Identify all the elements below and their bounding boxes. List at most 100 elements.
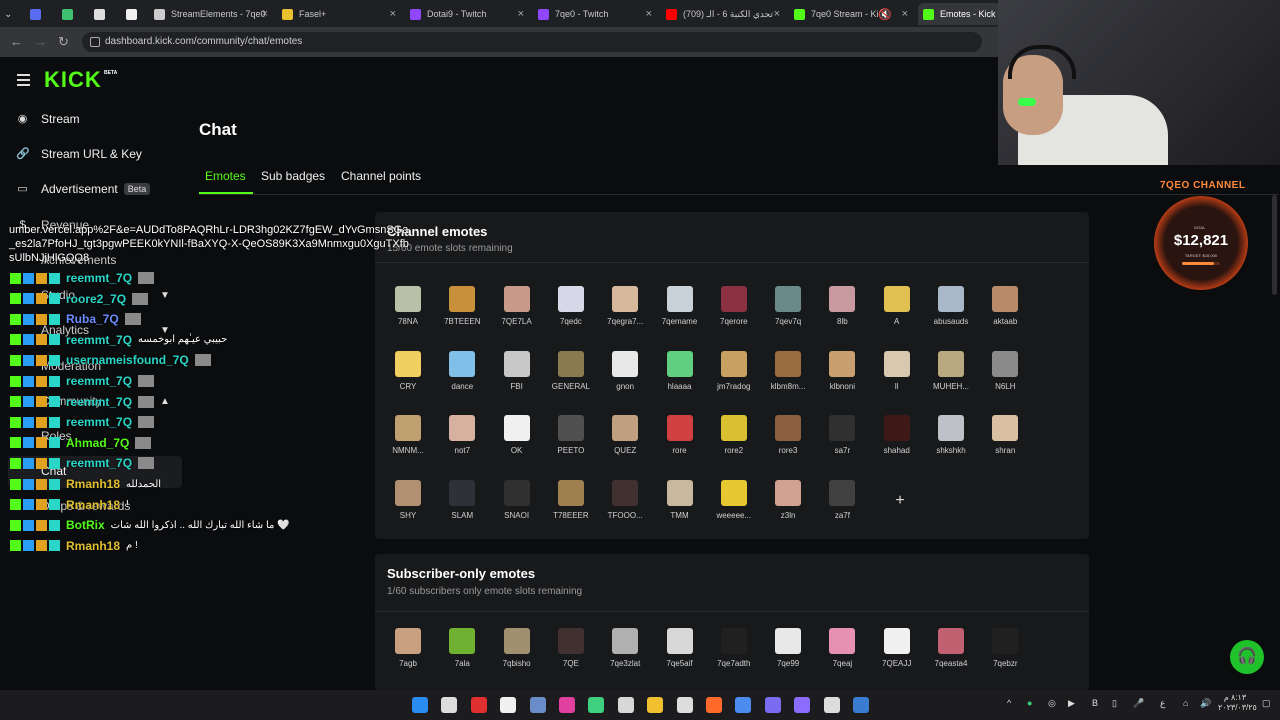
sidebar-item-stream-url[interactable]: 🔗 Stream URL & Key [16,147,142,161]
chevron-down-icon[interactable]: ▼ [160,290,170,301]
emote-tile[interactable]: 7QEAJJ [870,628,924,668]
app-icon[interactable] [823,697,840,713]
tab-fasel[interactable]: Fasel+ × [282,3,402,25]
emote-tile[interactable]: T78EEER [544,479,598,520]
emote-tile[interactable]: 7BTEEEN [435,286,489,326]
sidebar-item-stream[interactable]: ◉ Stream [16,112,80,126]
add-emote-button[interactable]: + [887,488,913,514]
emote-tile[interactable]: shkshkh [924,415,978,455]
emote-tile[interactable]: ll [870,350,924,391]
emote-tile[interactable]: SHY [381,479,435,520]
emote-tile[interactable]: A [870,286,924,326]
emote-tile[interactable]: 7qeasta4 [924,628,978,668]
emote-tile[interactable]: 7ala [435,628,489,668]
emote-tile[interactable]: not7 [435,415,489,455]
tab-youtube[interactable]: (709) تحدي الكنبة 6 - الـ × [666,3,786,25]
emote-tile[interactable]: rore3 [761,415,815,455]
tab-channel-points[interactable]: Channel points [341,169,421,183]
emote-tile[interactable]: OK [490,415,544,455]
emote-tile[interactable]: FBI [490,350,544,391]
emote-tile[interactable]: SNAOI [490,479,544,520]
emote-tile[interactable]: N6LH [978,350,1032,391]
emote-tile[interactable]: rore [653,415,707,455]
app-icon[interactable] [500,697,517,713]
emote-tile[interactable]: 7qegra7... [598,286,652,326]
status-dot-icon[interactable]: ● [1027,698,1032,708]
emote-tile[interactable]: 7qedc [544,286,598,326]
chevron-up-icon[interactable]: ^ [1007,698,1011,708]
settings-icon[interactable] [529,697,546,713]
emote-tile[interactable]: hlaaaa [653,350,707,391]
emote-tile[interactable]: 7QE7LA [490,286,544,326]
tab-list-button[interactable]: ⌄ [4,3,24,25]
sidebar-item-advertisement[interactable]: ▭ Advertisement Beta [16,182,151,196]
emote-tile[interactable]: z3ln [761,479,815,520]
emote-tile[interactable]: TMM [653,479,707,520]
notification-icon[interactable]: ▢ [1262,698,1271,709]
emote-tile[interactable]: sa7r [815,415,869,455]
site-info-icon[interactable] [90,37,100,47]
close-icon[interactable]: × [902,8,908,20]
emote-tile[interactable]: PEETO [544,415,598,455]
mute-icon[interactable]: 🔇 [878,8,892,21]
reload-icon[interactable]: ↻ [58,34,69,50]
emote-tile[interactable]: abusauds [924,286,978,326]
network-icon[interactable]: ◎ [1048,698,1056,709]
address-bar[interactable]: dashboard.kick.com/community/chat/emotes [82,32,982,52]
pinned-tab-2[interactable] [62,3,80,25]
kick-logo[interactable]: KICK [44,67,102,93]
chevron-up-icon[interactable]: ▲ [160,396,170,407]
app-icon[interactable] [617,697,634,713]
emote-tile[interactable]: 7qe99 [761,628,815,668]
emote-tile[interactable]: 7qe7adth [707,628,761,668]
steam-icon[interactable] [853,697,869,713]
chrome-icon[interactable] [735,697,752,713]
emote-tile[interactable]: aktaab [978,286,1032,326]
emote-tile[interactable]: 8lb [815,286,869,326]
tab-emotes-kick[interactable]: Emotes - Kick Da [918,3,1003,25]
brave-icon[interactable] [706,697,722,713]
close-icon[interactable]: × [518,8,524,20]
close-icon[interactable]: × [774,8,780,20]
emote-tile[interactable]: 78NA [381,286,435,326]
menu-icon[interactable] [17,74,30,89]
emote-tile[interactable]: QUEZ [598,415,652,455]
tab-streamelements[interactable]: StreamElements - 7qe0 × [154,3,274,25]
emote-tile[interactable]: SLAM [435,479,489,520]
emote-tile[interactable]: 7qe5aif [653,628,707,668]
tab-sub-badges[interactable]: Sub badges [261,169,325,183]
emote-tile[interactable]: shran [978,415,1032,455]
emote-tile[interactable]: jm7radog [707,350,761,391]
emote-tile[interactable]: 7agb [381,628,435,668]
tab-emotes[interactable]: Emotes [205,169,246,183]
premiere-icon[interactable] [794,697,811,713]
emote-tile[interactable]: GENERAL [544,350,598,391]
app-icon[interactable] [470,697,487,713]
emote-tile[interactable]: gnon [598,350,652,391]
emote-tile[interactable]: 7qbisho [490,628,544,668]
emote-tile[interactable]: 7qeaj [815,628,869,668]
search-icon[interactable] [441,697,458,713]
emote-tile[interactable]: 7qerore [707,286,761,326]
app-icon[interactable] [676,697,693,713]
back-icon[interactable]: ← [10,34,23,49]
tab-dotai9[interactable]: Dotai9 - Twitch × [410,3,530,25]
pinned-tab-3[interactable] [94,3,112,25]
emote-tile[interactable]: rore2 [707,415,761,455]
play-icon[interactable]: ▶ [1068,698,1075,709]
battery-icon[interactable]: ▯ [1112,698,1117,709]
app-icon[interactable] [559,697,575,713]
headset-help-button[interactable]: 🎧 [1230,640,1264,674]
emote-tile[interactable]: 7qemame [653,286,707,326]
emote-tile[interactable]: za7f [815,479,869,520]
bluetooth-icon[interactable]: B [1092,698,1098,708]
folder-icon[interactable] [647,697,664,713]
emote-tile[interactable]: weeeee... [707,479,761,520]
page-scrollbar[interactable] [1272,195,1277,295]
close-icon[interactable]: × [646,8,652,20]
close-icon[interactable]: × [262,8,268,20]
emote-tile[interactable]: 7QE [544,628,598,668]
tab-kick-stream[interactable]: 7qe0 Stream - Kic 🔇 × [794,3,914,25]
pinned-tab-1[interactable] [30,3,48,25]
emote-tile[interactable]: MUHEH... [924,350,978,391]
